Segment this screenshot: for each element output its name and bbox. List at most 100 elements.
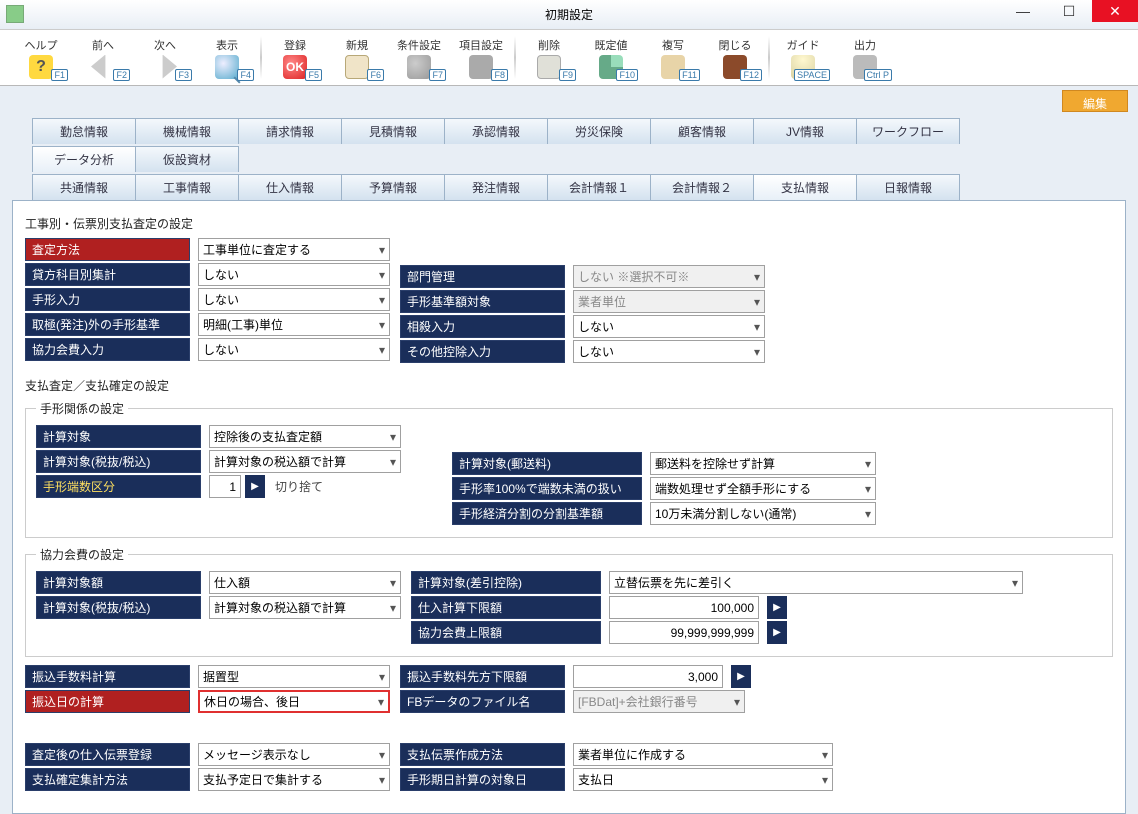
sel-cded[interactable]: 立替伝票を先に差引く (609, 571, 1023, 594)
sel-outorder[interactable]: 明細(工事)単位 (198, 313, 390, 336)
tab-機械情報[interactable]: 機械情報 (135, 118, 239, 144)
cond-button[interactable]: 条件設定F7 (388, 32, 450, 83)
sel-bill[interactable]: しない (198, 288, 390, 311)
tab-データ分析[interactable]: データ分析 (32, 146, 136, 172)
input-upper[interactable] (609, 621, 759, 644)
lbl-dept: 部門管理 (400, 265, 565, 288)
sel-credit[interactable]: しない (198, 263, 390, 286)
sel-tax[interactable]: 計算対象の税込額で計算 (209, 450, 401, 473)
input-feelow[interactable] (573, 665, 723, 688)
lbl-outorder: 取極(発注)外の手形基準 (25, 313, 190, 336)
output-button[interactable]: 出力Ctrl P (834, 32, 896, 83)
step-upper[interactable]: ▶ (767, 621, 787, 644)
item-button[interactable]: 項目設定F8 (450, 32, 512, 83)
titlebar: 初期設定 — ☐ ✕ (0, 0, 1138, 30)
minimize-button[interactable]: — (1000, 0, 1046, 22)
sel-make[interactable]: 業者単位に作成する (573, 743, 833, 766)
lbl-offset: 相殺入力 (400, 315, 565, 338)
close-button[interactable]: ✕ (1092, 0, 1138, 22)
sel-camt[interactable]: 仕入額 (209, 571, 401, 594)
lbl-make: 支払伝票作成方法 (400, 743, 565, 766)
sel-coop[interactable]: しない (198, 338, 390, 361)
lbl-100: 手形率100%で端数未満の扱い (452, 477, 642, 500)
legend-coop: 協力会費の設定 (36, 546, 128, 563)
copy-button[interactable]: 複写F11 (642, 32, 704, 83)
static-frac: 切り捨て (269, 476, 442, 497)
app-icon (6, 5, 24, 23)
delete-button[interactable]: 削除F9 (518, 32, 580, 83)
sel-due[interactable]: 支払日 (573, 768, 833, 791)
tab-見積情報[interactable]: 見積情報 (341, 118, 445, 144)
sel-other[interactable]: しない (573, 340, 765, 363)
tab-工事情報[interactable]: 工事情報 (135, 174, 239, 200)
sel-date[interactable]: 休日の場合、後日 (198, 690, 390, 713)
lbl-credit: 貸方科目別集計 (25, 263, 190, 286)
edit-button[interactable]: 編集 (1062, 90, 1128, 112)
next-button[interactable]: 次へF3 (134, 32, 196, 83)
display-button[interactable]: 表示F4 (196, 32, 258, 83)
sel-fee[interactable]: 据置型 (198, 665, 390, 688)
tab-共通情報[interactable]: 共通情報 (32, 174, 136, 200)
lbl-tax: 計算対象(税抜/税込) (36, 450, 201, 473)
guide-button[interactable]: ガイドSPACE (772, 32, 834, 83)
tab-日報情報[interactable]: 日報情報 (856, 174, 960, 200)
sel-fix[interactable]: 支払予定日で集計する (198, 768, 390, 791)
lbl-upper: 協力会費上限額 (411, 621, 601, 644)
new-button[interactable]: 新規F6 (326, 32, 388, 83)
toolbar: ヘルプ?F1 前へF2 次へF3 表示F4 登録OKF5 新規F6 条件設定F7… (0, 30, 1138, 86)
sel-billbase: 業者単位 (573, 290, 765, 313)
sel-post[interactable]: 郵送料を控除せず計算 (650, 452, 876, 475)
main-panel: 工事別・伝票別支払査定の設定 査定方法工事単位に査定する 貸方科目別集計しない … (12, 200, 1126, 814)
sel-calc[interactable]: 控除後の支払査定額 (209, 425, 401, 448)
tab-請求情報[interactable]: 請求情報 (238, 118, 342, 144)
lbl-fix: 支払確定集計方法 (25, 768, 190, 791)
prev-button[interactable]: 前へF2 (72, 32, 134, 83)
sel-100[interactable]: 端数処理せず全額手形にする (650, 477, 876, 500)
lbl-due: 手形期日計算の対象日 (400, 768, 565, 791)
sel-ctax[interactable]: 計算対象の税込額で計算 (209, 596, 401, 619)
tab-row-mid: データ分析仮設資材 (12, 146, 1126, 172)
tab-ワークフロー[interactable]: ワークフロー (856, 118, 960, 144)
tab-仮設資材[interactable]: 仮設資材 (135, 146, 239, 172)
close-menu-button[interactable]: 閉じるF12 (704, 32, 766, 83)
input-frac[interactable] (209, 475, 241, 498)
sel-offset[interactable]: しない (573, 315, 765, 338)
tab-会計情報１[interactable]: 会計情報１ (547, 174, 651, 200)
sel-after[interactable]: メッセージ表示なし (198, 743, 390, 766)
tab-労災保険[interactable]: 労災保険 (547, 118, 651, 144)
step-frac[interactable]: ▶ (245, 475, 265, 498)
lbl-bill: 手形入力 (25, 288, 190, 311)
register-button[interactable]: 登録OKF5 (264, 32, 326, 83)
tab-仕入情報[interactable]: 仕入情報 (238, 174, 342, 200)
fieldset-bill: 手形関係の設定 計算対象控除後の支払査定額 計算対象(税抜/税込) 計算対象の税込… (25, 400, 1113, 538)
tab-勤怠情報[interactable]: 勤怠情報 (32, 118, 136, 144)
section1-title: 工事別・伝票別支払査定の設定 (25, 215, 1113, 232)
lbl-camt: 計算対象額 (36, 571, 201, 594)
tab-row-main: 共通情報工事情報仕入情報予算情報発注情報会計情報１会計情報２支払情報日報情報 (12, 174, 1126, 200)
tab-顧客情報[interactable]: 顧客情報 (650, 118, 754, 144)
section2-title: 支払査定／支払確定の設定 (25, 377, 1113, 394)
default-button[interactable]: 既定値F10 (580, 32, 642, 83)
lbl-feelow: 振込手数料先方下限額 (400, 665, 565, 688)
tab-予算情報[interactable]: 予算情報 (341, 174, 445, 200)
tab-会計情報２[interactable]: 会計情報２ (650, 174, 754, 200)
lbl-cded: 計算対象(差引控除) (411, 571, 601, 594)
lbl-fee: 振込手数料計算 (25, 665, 190, 688)
legend-bill: 手形関係の設定 (36, 400, 128, 417)
lbl-split: 手形経済分割の分割基準額 (452, 502, 642, 525)
tab-承認情報[interactable]: 承認情報 (444, 118, 548, 144)
step-feelow[interactable]: ▶ (731, 665, 751, 688)
step-lower[interactable]: ▶ (767, 596, 787, 619)
maximize-button[interactable]: ☐ (1046, 0, 1092, 22)
lbl-calc: 計算対象 (36, 425, 201, 448)
input-lower[interactable] (609, 596, 759, 619)
tab-支払情報[interactable]: 支払情報 (753, 174, 857, 200)
help-button[interactable]: ヘルプ?F1 (10, 32, 72, 83)
lbl-fb: FBデータのファイル名 (400, 690, 565, 713)
lbl-coop: 協力会費入力 (25, 338, 190, 361)
tab-発注情報[interactable]: 発注情報 (444, 174, 548, 200)
sel-method[interactable]: 工事単位に査定する (198, 238, 390, 261)
sel-split[interactable]: 10万未満分割しない(通常) (650, 502, 876, 525)
tab-JV情報[interactable]: JV情報 (753, 118, 857, 144)
tab-row-top: 勤怠情報機械情報請求情報見積情報承認情報労災保険顧客情報JV情報ワークフロー (12, 118, 1126, 144)
